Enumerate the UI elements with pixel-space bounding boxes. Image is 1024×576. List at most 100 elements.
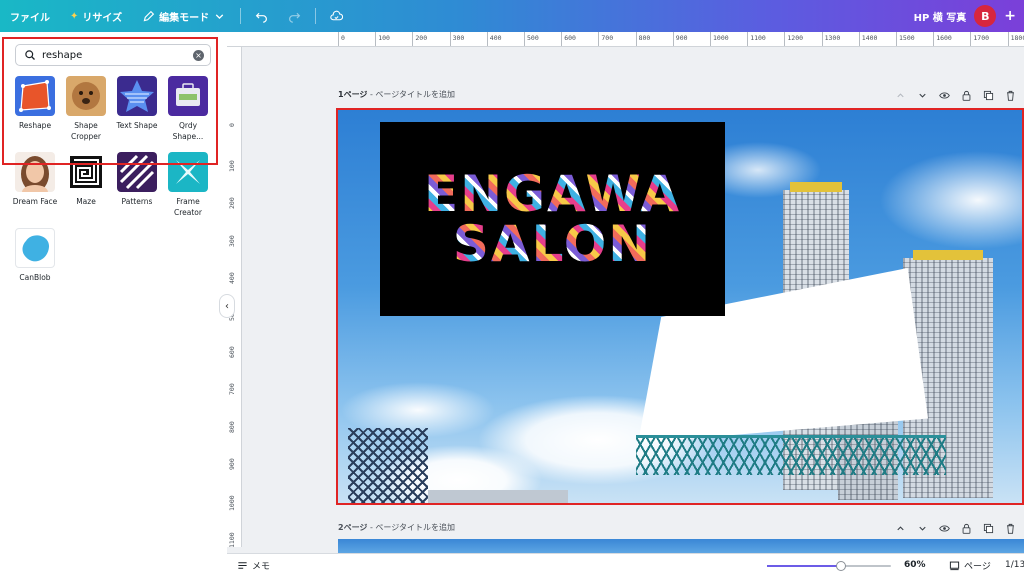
page-1-title-hint[interactable]: - ページタイトルを追加 — [370, 90, 455, 99]
app-qrdy-shape[interactable]: Qrdy Shape... — [165, 76, 211, 142]
ruler-label: 300 — [228, 234, 236, 247]
zoom-value[interactable]: 60% — [904, 560, 926, 570]
collapse-panel-button[interactable]: ‹ — [219, 294, 235, 318]
memo-button[interactable]: メモ — [237, 559, 270, 572]
page-2-tools — [894, 522, 1016, 534]
chevron-down-icon[interactable] — [916, 522, 928, 534]
chevron-left-icon: ‹ — [225, 300, 229, 312]
edit-mode-button[interactable]: 編集モード — [132, 0, 236, 32]
ruler-tick — [375, 32, 377, 46]
engawa-salon-logo[interactable]: ENGAWA SALON — [380, 122, 725, 316]
ruler-label: 1100 — [228, 532, 236, 547]
logo-line-1: ENGAWA — [423, 165, 682, 223]
ruler-tick — [635, 32, 637, 46]
page-1-canvas[interactable]: ENGAWA SALON — [336, 108, 1024, 505]
ruler-label: 800 — [228, 420, 236, 433]
ruler-label: 1400 — [861, 34, 878, 42]
ruler-label: 700 — [601, 34, 614, 42]
eye-icon[interactable] — [938, 522, 950, 534]
ruler-label: 500 — [527, 34, 539, 42]
app-dream-face[interactable]: Dream Face — [12, 152, 58, 207]
app-label: Qrdy Shape... — [172, 121, 204, 141]
top-toolbar: ファイル ✦ リサイズ 編集モード HP 横 写真 B + — [0, 0, 1024, 32]
search-box[interactable]: × — [15, 44, 211, 66]
app-canblob[interactable]: CanBlob — [12, 228, 58, 283]
ruler-tick — [449, 32, 451, 46]
page-1-number: 1ページ — [338, 90, 368, 99]
ruler-tick — [970, 32, 972, 46]
user-avatar[interactable]: B — [974, 5, 997, 27]
duplicate-icon[interactable] — [982, 89, 994, 101]
ruler-label: 1300 — [824, 34, 841, 42]
redo-button[interactable] — [278, 0, 311, 32]
ruler-label: 100 — [378, 34, 390, 42]
shape-cropper-app-icon — [66, 76, 106, 116]
ruler-label: 900 — [228, 458, 236, 470]
ruler-tick — [710, 32, 711, 46]
app-maze[interactable]: Maze — [63, 152, 109, 207]
ruler-tick — [821, 32, 823, 46]
undo-button[interactable] — [245, 0, 278, 32]
ruler-horizontal: 0 100 200 300 400 500 600 700 800 900 1000 1100 1200… — [227, 32, 1024, 47]
app-label: Reshape — [18, 121, 52, 130]
design-title[interactable]: HP 横 写真 — [914, 9, 967, 24]
patterns-app-icon — [117, 152, 157, 192]
lock-icon[interactable] — [960, 522, 972, 534]
app-text-shape[interactable]: Text Shape — [114, 76, 160, 131]
trash-icon[interactable] — [1004, 522, 1016, 534]
lock-icon[interactable] — [960, 89, 972, 101]
ruler-tick — [561, 32, 563, 46]
app-frame-creator[interactable]: Frame Creator — [165, 152, 211, 218]
chevron-up-icon[interactable] — [894, 89, 906, 101]
memo-label: メモ — [252, 561, 271, 572]
chevron-down-icon[interactable] — [916, 89, 928, 101]
ruler-label: 1600 — [936, 34, 952, 42]
eye-icon[interactable] — [938, 89, 950, 101]
canblob-app-icon — [15, 228, 55, 268]
cloud-check-icon — [330, 10, 344, 20]
file-menu-label: ファイル — [10, 12, 50, 24]
page-2-title-hint[interactable]: - ページタイトルを追加 — [370, 523, 455, 532]
search-input[interactable] — [42, 49, 182, 61]
zoom-slider[interactable] — [767, 561, 891, 571]
apps-panel: × Reshape Shape Cropper Text Shape Qr — [0, 32, 227, 576]
ruler-tick — [858, 32, 860, 46]
steel-tower — [348, 428, 428, 503]
page-2-canvas[interactable] — [338, 539, 1024, 553]
dream-face-app-icon — [15, 152, 55, 192]
ruler-tick — [672, 32, 674, 46]
pages-button[interactable]: ページ — [949, 559, 991, 572]
chevron-down-icon — [215, 13, 224, 19]
ruler-tick — [933, 32, 935, 46]
app-label: CanBlob — [19, 273, 51, 282]
page-1-tools — [894, 89, 1016, 101]
cloud-save-button[interactable] — [320, 0, 353, 32]
divider — [240, 8, 242, 24]
ruler-label: 600 — [564, 34, 576, 42]
app-shape-cropper[interactable]: Shape Cropper — [63, 76, 109, 142]
duplicate-icon[interactable] — [982, 522, 994, 534]
ruler-label: 0 — [228, 123, 236, 127]
chevron-up-icon[interactable] — [894, 522, 906, 534]
tower-roof — [790, 182, 842, 192]
zoom-slider-knob[interactable] — [836, 561, 847, 571]
app-reshape[interactable]: Reshape — [12, 76, 58, 131]
app-patterns[interactable]: Patterns — [114, 152, 160, 207]
file-menu[interactable]: ファイル — [0, 0, 60, 32]
undo-icon — [255, 12, 267, 23]
resize-label: リサイズ — [82, 12, 123, 24]
pencil-icon — [143, 10, 155, 21]
trash-icon[interactable] — [1004, 89, 1016, 101]
plus-icon[interactable]: + — [1004, 8, 1016, 24]
clear-icon[interactable]: × — [193, 50, 204, 61]
ruler-label: 200 — [228, 197, 236, 210]
ruler-label: 1000 — [228, 495, 236, 511]
app-label: Dream Face — [12, 197, 58, 206]
ruler-tick — [412, 32, 414, 46]
ruler-label: 700 — [228, 383, 236, 396]
ruler-label: 400 — [228, 272, 236, 284]
tower-roof — [913, 250, 983, 260]
page-counter: 1/13 — [1005, 560, 1024, 570]
resize-button[interactable]: ✦ リサイズ — [60, 0, 132, 32]
crown-icon: ✦ — [70, 10, 79, 22]
